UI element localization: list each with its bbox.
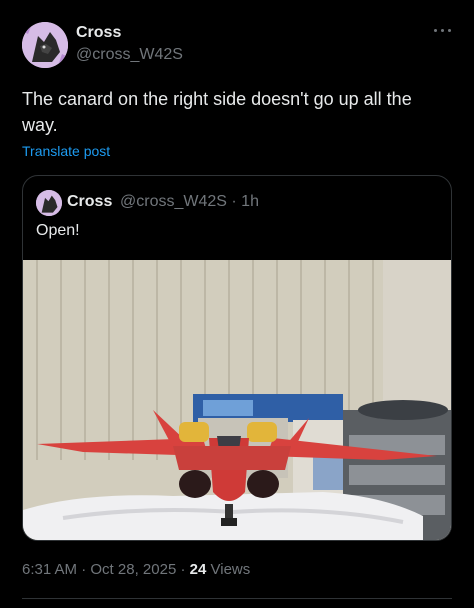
post-text: The canard on the right side doesn't go … (22, 89, 412, 135)
meta-separator: · (180, 561, 186, 578)
divider (22, 598, 452, 599)
quoted-author-meta: @cross_W42S · 1h (120, 193, 259, 211)
quoted-post[interactable]: Cross @cross_W42S · 1h Open! (22, 175, 452, 541)
views-label: Views (210, 561, 251, 578)
post-time[interactable]: 6:31 AM (22, 561, 77, 578)
post-meta: 6:31 AM · Oct 28, 2025 · 24 Views (22, 561, 250, 578)
author-avatar[interactable] (22, 22, 68, 68)
translate-post-link[interactable]: Translate post (22, 143, 110, 159)
quoted-post-text: Open! (36, 222, 80, 239)
meta-separator: · (231, 193, 237, 210)
quoted-post-age[interactable]: 1h (241, 193, 259, 210)
author-handle[interactable]: @cross_W42S (76, 46, 183, 64)
post: Cross @cross_W42S The canard on the righ… (0, 0, 474, 608)
quoted-author-avatar[interactable] (36, 190, 62, 216)
quoted-author-name[interactable]: Cross (67, 193, 112, 211)
meta-separator: · (81, 561, 87, 578)
post-date[interactable]: Oct 28, 2025 (90, 561, 176, 578)
views-count: 24 (189, 561, 207, 578)
quoted-author-handle[interactable]: @cross_W42S (120, 193, 227, 210)
more-horizontal-icon[interactable] (432, 22, 454, 38)
author-name[interactable]: Cross (76, 24, 121, 42)
quoted-post-photo[interactable] (23, 260, 451, 540)
